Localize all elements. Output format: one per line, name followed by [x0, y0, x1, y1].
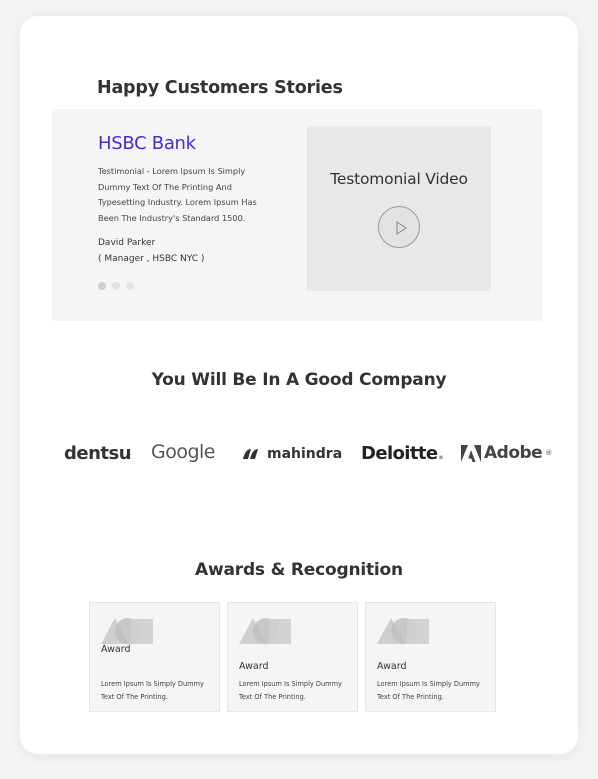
slider-dots — [98, 282, 134, 290]
deloitte-dot: . — [437, 443, 444, 464]
award-placeholder-icon — [377, 618, 429, 644]
award-description: Lorem Ipsum Is Simply Dummy Text Of The … — [377, 680, 480, 701]
testimonials-heading: Happy Customers Stories — [97, 78, 343, 98]
mahindra-mark-icon — [243, 449, 258, 459]
testimonial-video[interactable]: Testomonial Video — [307, 126, 491, 291]
award-card-1: Award Lorem Ipsum Is Simply Dummy Text O… — [89, 602, 220, 712]
slider-dot-1[interactable] — [98, 282, 106, 290]
award-card-2: Award Lorem Ipsum Is Simply Dummy Text O… — [227, 602, 358, 712]
award-description: Lorem Ipsum Is Simply Dummy Text Of The … — [101, 680, 204, 701]
logo-adobe: Adobe ® — [461, 443, 552, 463]
logo-dentsu: dentsu — [64, 443, 132, 464]
award-label: Award — [377, 661, 407, 672]
testimonial-slider: HSBC Bank Testimonial - Lorem Ipsum Is S… — [52, 109, 542, 321]
video-title: Testomonial Video — [330, 170, 468, 188]
award-label: Award — [239, 661, 269, 672]
awards-heading: Awards & Recognition — [195, 560, 403, 580]
logo-mahindra: mahindra — [241, 446, 342, 462]
award-card-3: Award Lorem Ipsum Is Simply Dummy Text O… — [365, 602, 496, 712]
award-placeholder-icon — [101, 618, 153, 644]
play-button[interactable] — [378, 206, 420, 248]
logo-deloitte: Deloitte. — [361, 443, 444, 464]
testimonial-quote: Testimonial - Lorem Ipsum Is Simply Dumm… — [98, 166, 257, 223]
mahindra-wordmark: mahindra — [267, 446, 343, 462]
testimonial-company: HSBC Bank — [98, 133, 196, 154]
logo-google: Google — [151, 441, 216, 463]
slider-dot-3[interactable] — [126, 282, 134, 290]
testimonial-author: David Parker ( Manager , HSBC NYC ) — [98, 235, 204, 267]
award-placeholder-icon — [239, 618, 291, 644]
adobe-mark-icon — [461, 444, 481, 462]
slider-dot-2[interactable] — [112, 282, 120, 290]
adobe-wordmark: Adobe — [484, 443, 543, 463]
play-icon — [396, 221, 407, 235]
company-heading: You Will Be In A Good Company — [151, 370, 447, 390]
deloitte-wordmark: Deloitte — [361, 443, 438, 464]
author-name: David Parker — [98, 238, 156, 248]
adobe-registered: ® — [545, 449, 552, 457]
author-role: ( Manager , HSBC NYC ) — [98, 254, 205, 264]
award-label: Award — [101, 644, 131, 655]
award-description: Lorem Ipsum Is Simply Dummy Text Of The … — [239, 680, 342, 701]
